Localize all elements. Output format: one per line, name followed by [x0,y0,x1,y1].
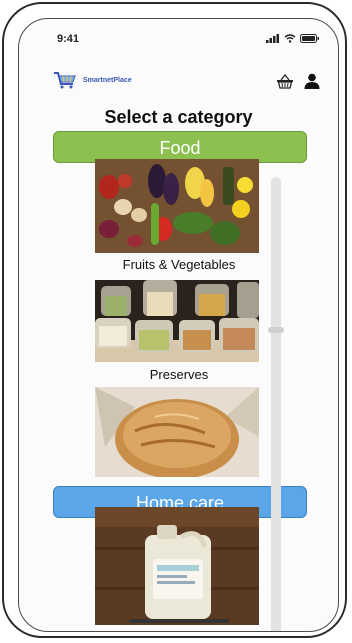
fruits-vegetables-label[interactable]: Fruits & Vegetables [79,257,279,272]
scrollbar[interactable] [268,177,284,631]
signal-icon [266,34,279,43]
app-header: SmartnetPlace [19,55,338,95]
logo-text: SmartnetPlace [83,76,132,84]
logo[interactable]: SmartnetPlace [53,71,132,89]
battery-icon [300,34,319,43]
status-time: 9:41 [57,33,80,45]
preserves-label[interactable]: Preserves [79,367,279,382]
scroll-thumb[interactable] [268,327,284,333]
status-bar: 9:41 [19,19,338,49]
fruits-vegetables-image[interactable] [95,159,259,253]
bread-image[interactable] [95,387,259,477]
home-care-image[interactable] [95,507,259,625]
wifi-icon [284,34,296,43]
page-title: Select a category [104,107,253,127]
user-icon[interactable] [304,73,320,89]
home-indicator [129,619,229,623]
phone-screen: 9:41 SmartnetPlace Select a category Foo… [18,18,339,632]
cart-logo-icon [54,72,76,89]
preserves-image[interactable] [95,280,259,362]
status-icons [266,34,320,43]
header-icons [276,73,320,89]
phone-frame: 9:41 SmartnetPlace Select a category Foo… [2,2,347,638]
basket-icon[interactable] [276,73,294,89]
